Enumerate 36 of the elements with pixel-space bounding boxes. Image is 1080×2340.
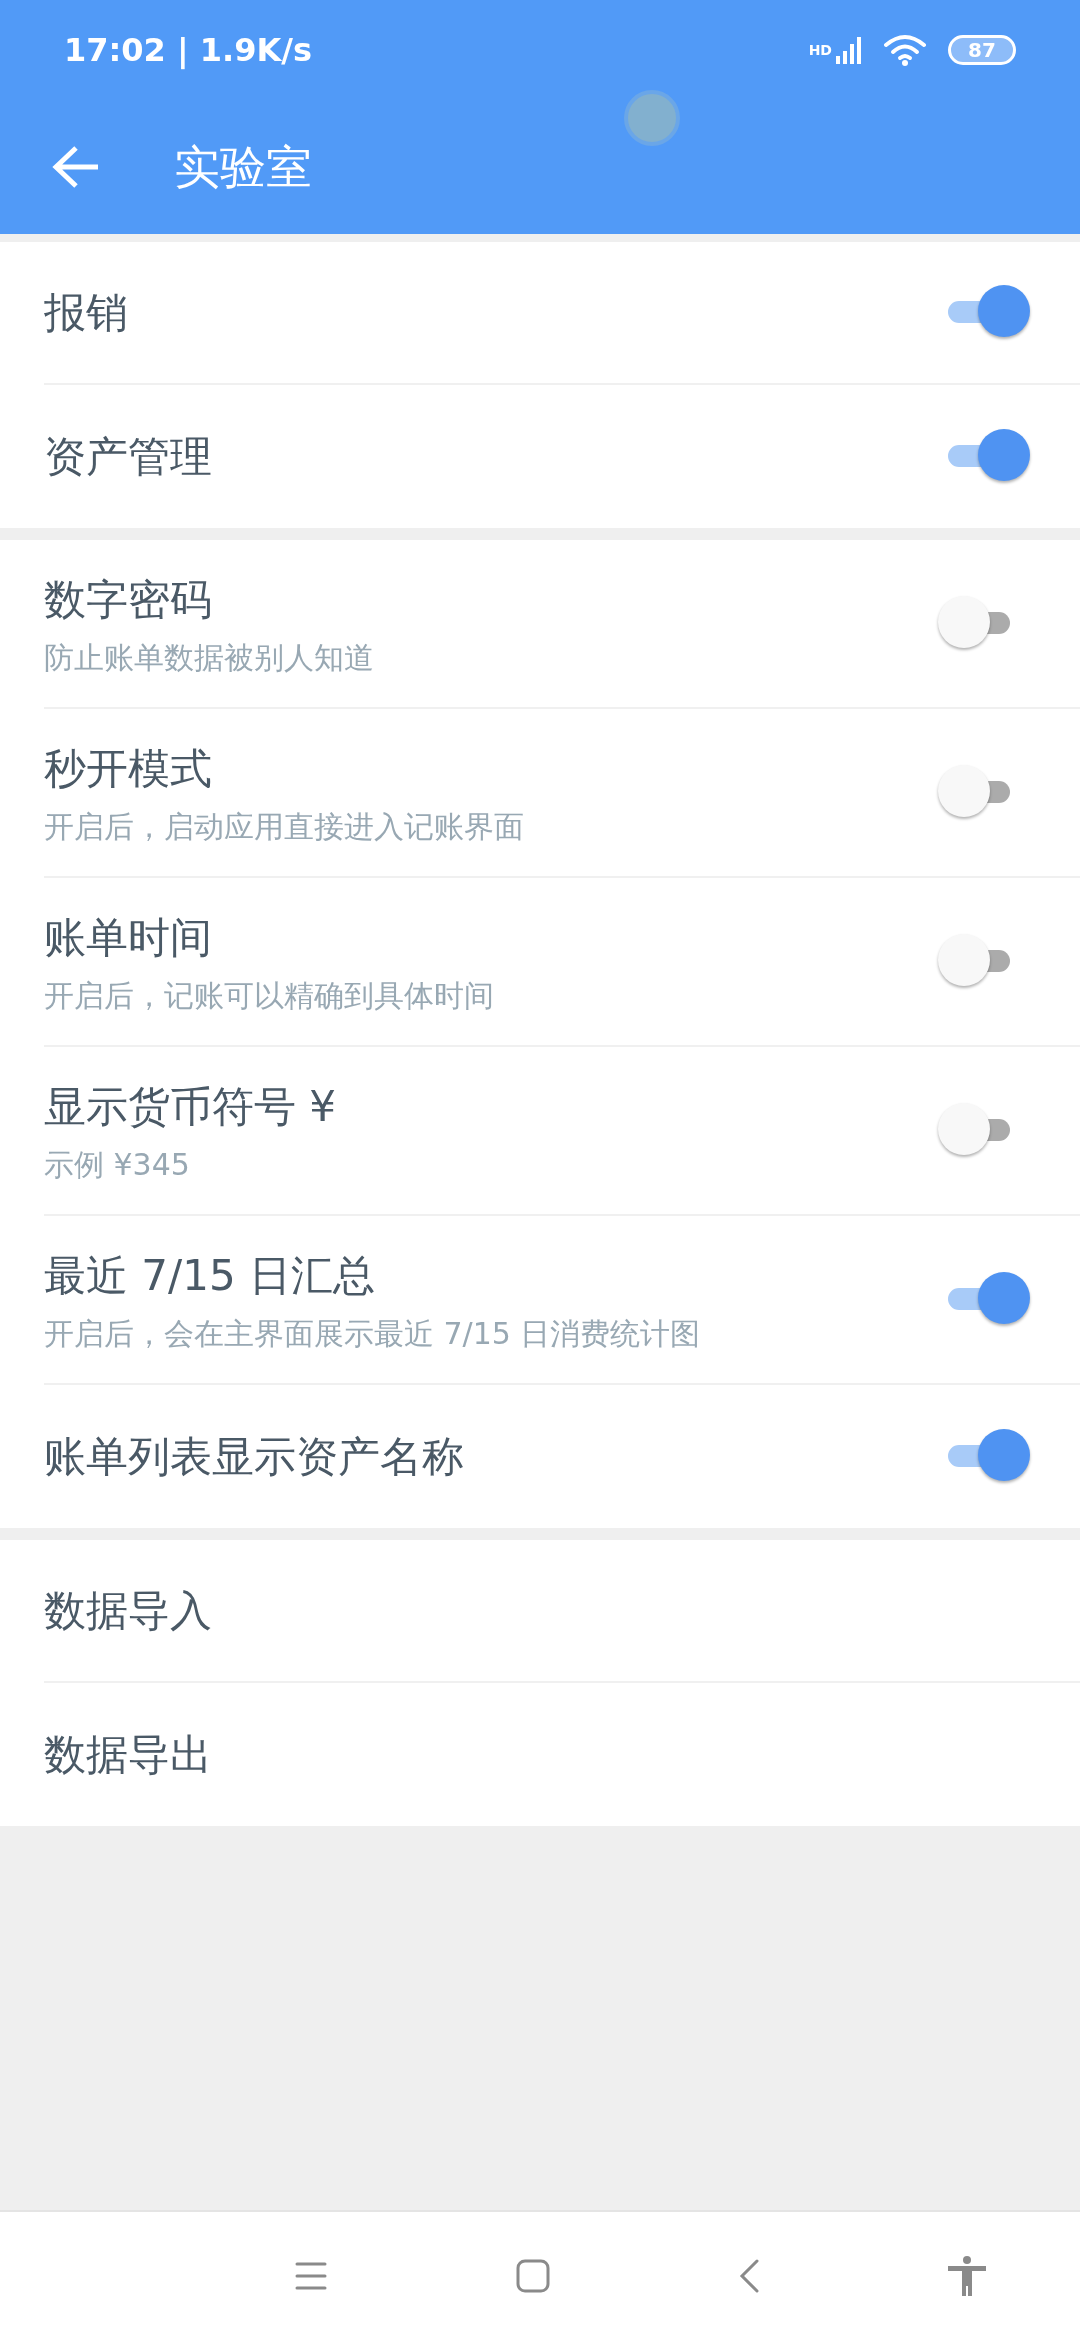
signal-icon [836,36,864,64]
settings-row[interactable]: 账单时间 开启后，记账可以精确到具体时间 [44,878,1080,1047]
setting-description: 开启后，记账可以精确到具体时间 [44,976,495,1015]
setting-title: 显示货币符号 ¥ [44,1080,338,1133]
wifi-icon [884,33,928,67]
settings-row[interactable]: 账单列表显示资产名称 [44,1385,1080,1528]
settings-row[interactable]: 数字密码 防止账单数据被别人知道 [44,540,1080,709]
status-time: 17:02 | 1.9K/s [64,30,313,71]
setting-title: 数据导出 [44,1729,213,1781]
back-arrow-icon[interactable] [52,145,100,189]
network-type: HD [808,40,832,60]
settings-row[interactable]: 数据导入 [44,1540,1080,1683]
settings-row[interactable]: 秒开模式 开启后，启动应用直接进入记账界面 [44,709,1080,878]
menu-icon[interactable] [294,2261,327,2291]
page-title: 实验室 [174,138,312,196]
settings-row[interactable]: 报销 [44,242,1080,385]
setting-description: 示例 ¥345 [44,1145,191,1184]
setting-description: 开启后，会在主界面展示最近 7/15 日消费统计图 [44,1314,702,1353]
settings-row[interactable]: 最近 7/15 日汇总 开启后，会在主界面展示最近 7/15 日消费统计图 [44,1216,1080,1385]
accessibility-icon[interactable] [947,2256,986,2296]
setting-title: 报销 [44,287,129,339]
settings-row[interactable]: 显示货币符号 ¥ 示例 ¥345 [44,1047,1080,1216]
battery-indicator: 87 [948,35,1016,65]
home-square-icon[interactable] [515,2259,550,2293]
settings-row[interactable]: 数据导出 [44,1683,1080,1826]
setting-title: 数字密码 [44,573,213,626]
back-chevron-icon[interactable] [738,2259,759,2293]
setting-title: 最近 7/15 日汇总 [44,1249,377,1302]
setting-title: 账单时间 [44,911,213,964]
setting-title: 资产管理 [44,431,213,483]
setting-description: 防止账单数据被别人知道 [44,638,375,677]
setting-title: 账单列表显示资产名称 [44,1431,465,1483]
setting-title: 秒开模式 [44,742,213,795]
setting-description: 开启后，启动应用直接进入记账界面 [44,807,525,846]
setting-title: 数据导入 [44,1585,213,1637]
settings-row[interactable]: 资产管理 [44,385,1080,528]
